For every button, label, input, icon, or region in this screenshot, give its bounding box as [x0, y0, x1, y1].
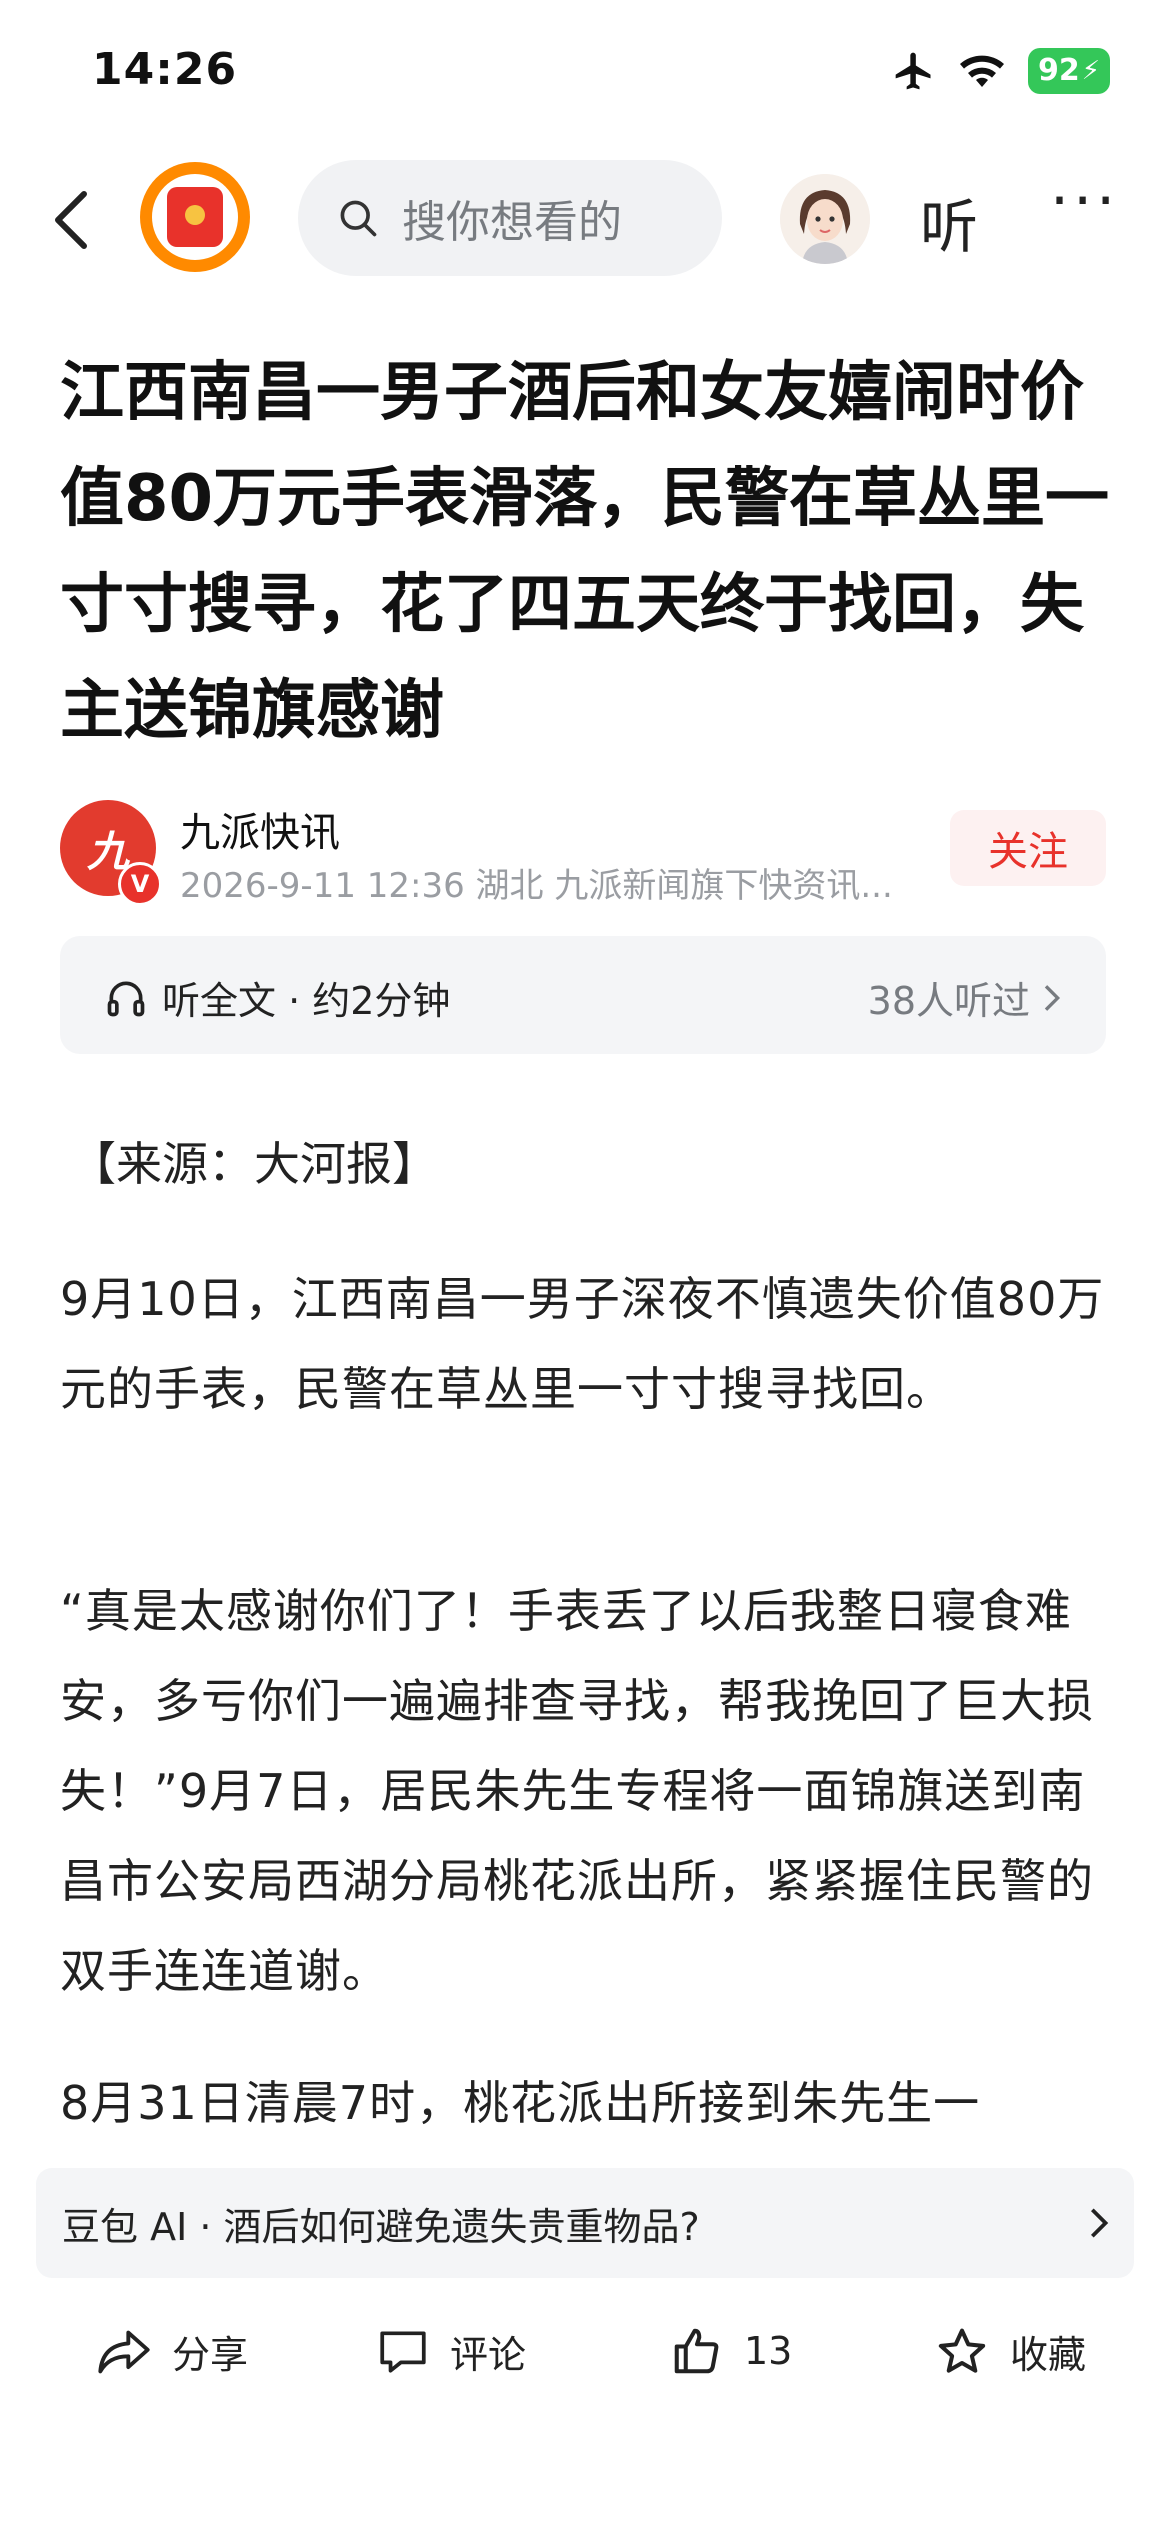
verified-badge-icon: V	[118, 862, 162, 906]
share-label: 分享	[172, 2333, 249, 2377]
comment-label: 评论	[450, 2333, 527, 2377]
thumbs-up-icon	[674, 2328, 719, 2374]
red-packet-icon[interactable]	[140, 162, 250, 272]
back-icon[interactable]	[40, 180, 110, 260]
like-button[interactable]: 13	[670, 2324, 792, 2378]
share-button[interactable]: 分享	[96, 2324, 248, 2379]
status-icons: 92 ⚡	[892, 48, 1110, 94]
avatar-icon	[780, 174, 870, 264]
follow-button[interactable]: 关注	[950, 810, 1106, 886]
like-count: 13	[744, 2329, 793, 2373]
author-meta: 2026-9-11 12:36 湖北 九派新闻旗下快资讯...	[180, 866, 893, 906]
headphones-icon	[107, 981, 145, 1016]
wifi-icon	[959, 55, 1004, 87]
listen-count: 38人听过	[867, 979, 1030, 1023]
search-bar[interactable]: 搜你想看的	[298, 160, 722, 276]
author-name[interactable]: 九派快讯	[180, 800, 340, 858]
top-nav: 搜你想看的 听 ···	[0, 160, 1170, 280]
article-paragraph: 8月31日清晨7时，桃花派出所接到朱先生一	[60, 2076, 981, 2130]
status-time: 14:26	[92, 44, 238, 95]
collect-button[interactable]: 收藏	[934, 2324, 1086, 2379]
chevron-right-icon	[1044, 984, 1061, 1011]
ai-question-bar[interactable]: 豆包 AI · 酒后如何避免遗失贵重物品?	[36, 2168, 1134, 2278]
comment-icon	[380, 2330, 426, 2373]
share-icon	[98, 2330, 150, 2373]
battery-indicator: 92 ⚡	[1027, 48, 1110, 94]
bottom-action-bar: 分享 评论 13 收藏	[0, 2290, 1170, 2532]
listen-duration-text: 听全文 · 约2分钟	[162, 979, 451, 1023]
article-source: 【来源：大河报】	[70, 1137, 438, 1191]
airplane-icon	[895, 52, 931, 90]
article-paragraph: 9月10日，江西南昌一男子深夜不慎遗失价值80万元的手表，民警在草丛里一寸寸搜寻…	[60, 1272, 1105, 1416]
search-placeholder: 搜你想看的	[402, 197, 622, 248]
comment-button[interactable]: 评论	[376, 2324, 526, 2379]
assistant-avatar[interactable]	[780, 174, 870, 264]
listen-full-text-bar[interactable]: 听全文 · 约2分钟 38人听过	[60, 936, 1106, 1054]
search-icon	[340, 200, 377, 237]
more-button[interactable]: ···	[1050, 166, 1119, 236]
ai-question-text: 豆包 AI · 酒后如何避免遗失贵重物品?	[62, 2204, 700, 2249]
chevron-right-icon	[1090, 2208, 1109, 2238]
article-title: 江西南昌一男子酒后和女友嬉闹时价值80万元手表滑落，民警在草丛里一寸寸搜寻，花了…	[60, 356, 1110, 748]
collect-label: 收藏	[1010, 2333, 1087, 2377]
star-icon	[938, 2328, 986, 2373]
article-paragraph: “真是太感谢你们了！手表丢了以后我整日寝食难安，多亏你们一遍遍排查寻找，帮我挽回…	[60, 1584, 1094, 1998]
listen-button[interactable]: 听	[920, 180, 978, 264]
